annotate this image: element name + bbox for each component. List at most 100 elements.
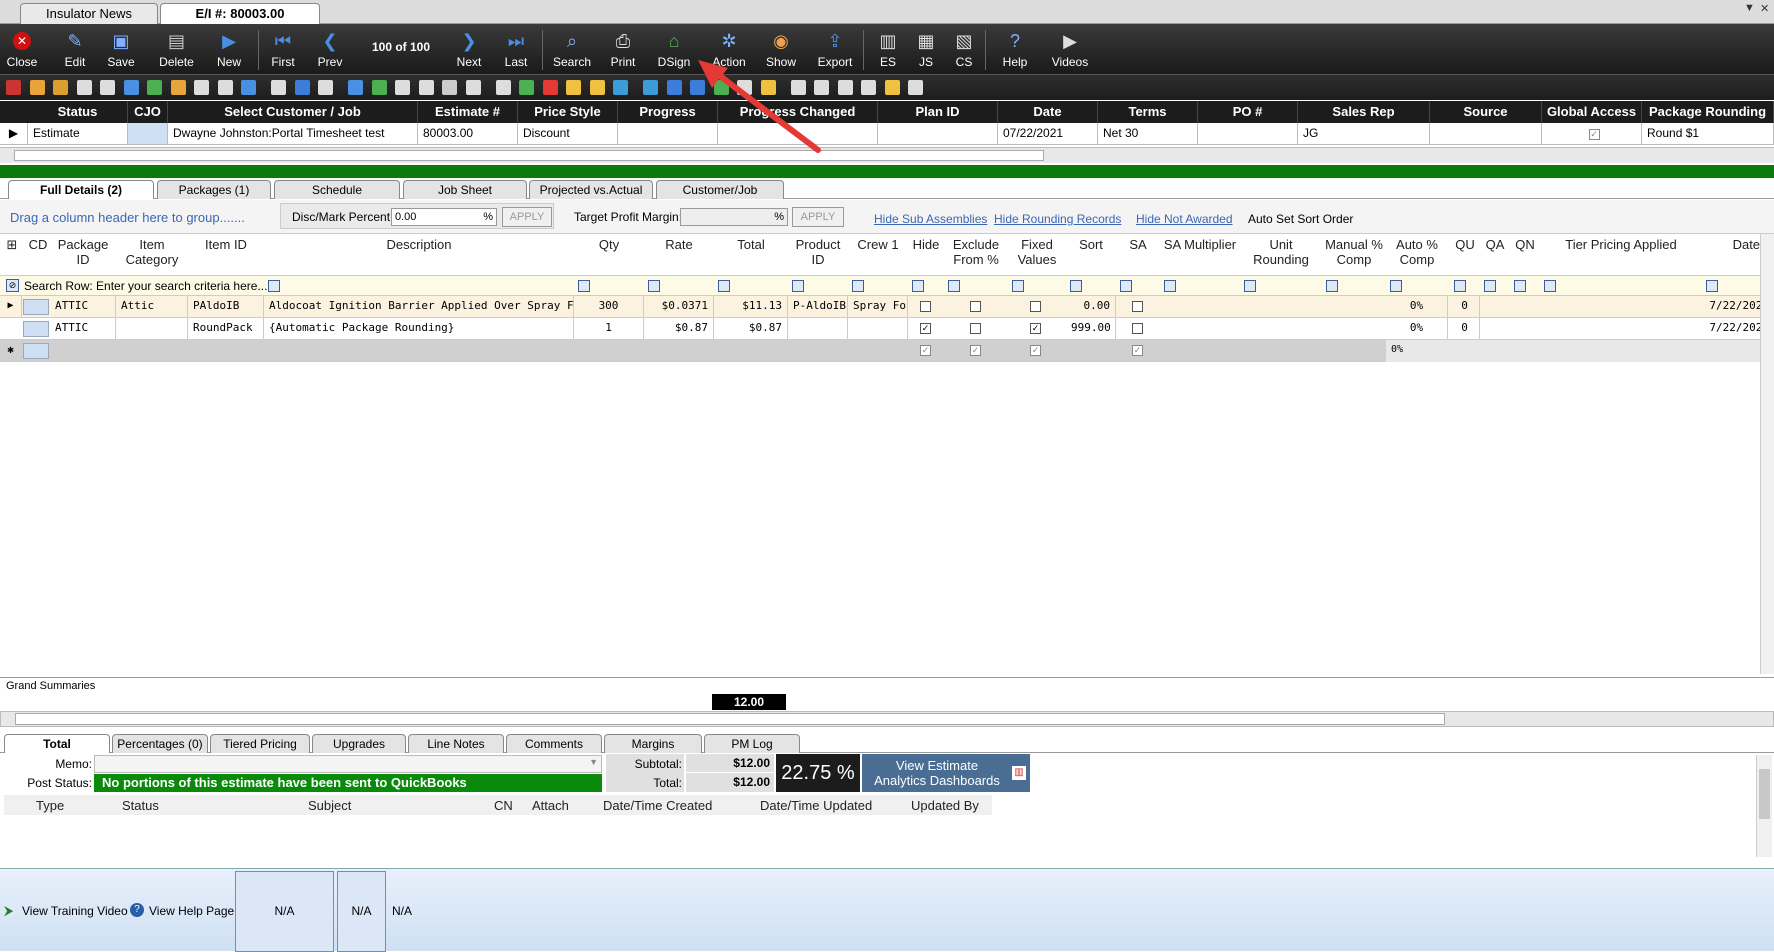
- filter-icon[interactable]: [1164, 280, 1176, 292]
- crew-cell[interactable]: [848, 318, 908, 340]
- toolbar-mini-icon[interactable]: [465, 80, 481, 95]
- price-style-cell[interactable]: Discount: [518, 123, 618, 145]
- description-cell[interactable]: {Automatic Package Rounding}: [264, 318, 574, 340]
- grid-options-icon[interactable]: ⊞: [0, 234, 24, 276]
- cs-button[interactable]: ▧ CS: [948, 24, 980, 74]
- filter-icon[interactable]: [268, 280, 280, 292]
- edit-button[interactable]: ✎ Edit: [55, 24, 95, 74]
- filter-icon[interactable]: [1484, 280, 1496, 292]
- search-row[interactable]: ⊘ Search Row: Enter your search criteria…: [0, 275, 1774, 296]
- apply-disc-button[interactable]: APPLY: [502, 207, 552, 227]
- apply-target-button[interactable]: APPLY: [792, 207, 844, 227]
- toolbar-mini-icon[interactable]: [884, 80, 900, 95]
- col-tier-pricing[interactable]: Tier Pricing Applied: [1540, 234, 1702, 276]
- product-cell[interactable]: P-AldoIB: [788, 296, 848, 318]
- js-button[interactable]: ▦ JS: [910, 24, 942, 74]
- fixed-checkbox[interactable]: ✓: [1030, 323, 1041, 334]
- toolbar-mini-icon[interactable]: [53, 80, 68, 95]
- bottom-tab[interactable]: PM Log: [704, 734, 800, 753]
- filter-icon[interactable]: [1706, 280, 1718, 292]
- product-cell[interactable]: [788, 318, 848, 340]
- detail-tab[interactable]: Projected vs.Actual: [529, 180, 653, 199]
- toolbar-mini-icon[interactable]: [318, 80, 333, 95]
- col-qn[interactable]: QN: [1510, 234, 1540, 276]
- toolbar-mini-icon[interactable]: [566, 80, 581, 95]
- toolbar-mini-icon[interactable]: [371, 80, 387, 95]
- bottom-tab[interactable]: Comments: [506, 734, 602, 753]
- help-button[interactable]: ? Help: [995, 24, 1035, 74]
- log-col[interactable]: Subject: [308, 798, 351, 813]
- col-crew[interactable]: Crew 1: [848, 234, 908, 276]
- filter-icon[interactable]: [1514, 280, 1526, 292]
- log-col[interactable]: Type: [36, 798, 64, 813]
- col-item-category[interactable]: Item Category: [116, 234, 188, 276]
- log-col[interactable]: Date/Time Updated: [760, 798, 872, 813]
- filter-icon[interactable]: [852, 280, 864, 292]
- memo-dropdown[interactable]: ▼: [94, 755, 602, 773]
- toolbar-mini-icon[interactable]: [495, 80, 511, 95]
- toolbar-mini-icon[interactable]: [348, 80, 363, 95]
- view-training-video-link[interactable]: View Training Video: [22, 904, 128, 918]
- col-cd[interactable]: CD: [26, 234, 50, 276]
- crew-cell[interactable]: Spray Fo: [848, 296, 908, 318]
- last-button[interactable]: ⏭ Last: [496, 24, 536, 74]
- filter-icon[interactable]: [1120, 280, 1132, 292]
- log-col[interactable]: Attach: [532, 798, 569, 813]
- prev-button[interactable]: ❮ Prev: [310, 24, 350, 74]
- bottom-tab[interactable]: Total: [4, 734, 110, 753]
- toolbar-mini-icon[interactable]: [123, 80, 139, 95]
- header-scrollbar[interactable]: [0, 147, 1774, 163]
- tab-estimate[interactable]: E/I #: 80003.00: [160, 3, 320, 24]
- bottom-tab[interactable]: Tiered Pricing: [210, 734, 310, 753]
- col-qa[interactable]: QA: [1480, 234, 1510, 276]
- cjo-cell[interactable]: [128, 123, 168, 145]
- col-hide[interactable]: Hide: [908, 234, 944, 276]
- analytics-dashboard-button[interactable]: View Estimate Analytics Dashboards ▥: [862, 754, 1030, 792]
- filter-icon[interactable]: [1390, 280, 1402, 292]
- toolbar-mini-icon[interactable]: [29, 80, 45, 95]
- bottom-tab[interactable]: Upgrades: [312, 734, 406, 753]
- fixed-checkbox[interactable]: ✓: [1030, 345, 1041, 356]
- toolbar-mini-icon[interactable]: [418, 80, 434, 95]
- header-col[interactable]: CJO: [128, 101, 168, 123]
- filter-clear-icon[interactable]: ⊘: [6, 279, 19, 292]
- scroll-thumb[interactable]: [1759, 769, 1770, 819]
- print-button[interactable]: ⎙ Print: [603, 24, 643, 74]
- toolbar-mini-icon[interactable]: [395, 80, 410, 95]
- header-col[interactable]: Status: [28, 101, 128, 123]
- detail-tab[interactable]: Customer/Job: [656, 180, 784, 199]
- col-total[interactable]: Total: [714, 234, 788, 276]
- header-col[interactable]: Sales Rep: [1298, 101, 1430, 123]
- toolbar-mini-icon[interactable]: [861, 80, 876, 95]
- close-window-icon[interactable]: ✕: [1760, 2, 1769, 15]
- col-rate[interactable]: Rate: [644, 234, 714, 276]
- plan-id-cell[interactable]: [878, 123, 998, 145]
- dropdown-arrow-icon[interactable]: ▼: [1744, 2, 1755, 14]
- hide-rounding-link[interactable]: Hide Rounding Records: [994, 212, 1121, 226]
- target-margin-input[interactable]: %: [680, 208, 788, 226]
- exclude-checkbox[interactable]: [970, 323, 981, 334]
- filter-icon[interactable]: [718, 280, 730, 292]
- fixed-checkbox[interactable]: [1030, 301, 1041, 312]
- toolbar-mini-icon[interactable]: [837, 80, 853, 95]
- new-row[interactable]: ✱ ✓ ✓ ✓ ✓ 0%: [0, 340, 1774, 362]
- sa-checkbox[interactable]: [1132, 301, 1143, 312]
- save-button[interactable]: ▣ Save: [101, 24, 141, 74]
- bottom-tab[interactable]: Percentages (0): [112, 734, 208, 753]
- close-button[interactable]: ✕ Close: [2, 24, 42, 74]
- estimate-cell[interactable]: 80003.00: [418, 123, 518, 145]
- cd-cell[interactable]: [23, 343, 49, 359]
- package-cell[interactable]: ATTIC: [50, 296, 116, 318]
- toolbar-mini-icon[interactable]: [170, 80, 186, 95]
- header-col[interactable]: Price Style: [518, 101, 618, 123]
- col-sa-multiplier[interactable]: SA Multiplier: [1160, 234, 1240, 276]
- filter-icon[interactable]: [648, 280, 660, 292]
- sort-cell[interactable]: 0.00: [1066, 296, 1116, 318]
- item-category-cell[interactable]: [116, 318, 188, 340]
- col-unit-rounding[interactable]: Unit Rounding: [1240, 234, 1322, 276]
- hide-not-awarded-link[interactable]: Hide Not Awarded: [1136, 212, 1233, 226]
- po-cell[interactable]: [1198, 123, 1298, 145]
- col-exclude[interactable]: Exclude From %: [944, 234, 1008, 276]
- auto-sort-label[interactable]: Auto Set Sort Order: [1248, 212, 1353, 226]
- first-button[interactable]: ⏮ First: [263, 24, 303, 74]
